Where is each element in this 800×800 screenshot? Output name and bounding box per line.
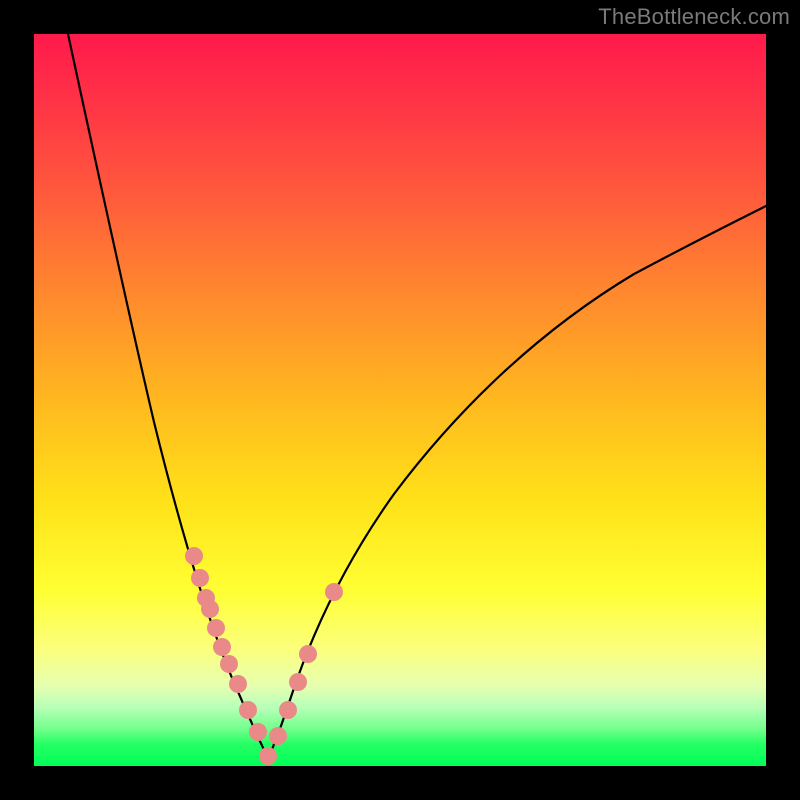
scatter-dot: [269, 727, 287, 745]
scatter-dot: [220, 655, 238, 673]
scatter-dot: [201, 600, 219, 618]
curve-right-branch: [268, 206, 766, 758]
chart-svg: [34, 34, 766, 766]
scatter-dot: [185, 547, 203, 565]
scatter-dot: [325, 583, 343, 601]
curve-left-branch: [68, 34, 268, 758]
scatter-dot: [191, 569, 209, 587]
scatter-dot: [279, 701, 297, 719]
scatter-dots: [185, 547, 343, 765]
scatter-dot: [213, 638, 231, 656]
scatter-dot: [289, 673, 307, 691]
scatter-dot: [249, 723, 267, 741]
scatter-dot: [229, 675, 247, 693]
scatter-dot: [259, 747, 277, 765]
scatter-dot: [299, 645, 317, 663]
plot-area: [34, 34, 766, 766]
watermark-text: TheBottleneck.com: [598, 4, 790, 30]
scatter-dot: [207, 619, 225, 637]
scatter-dot: [239, 701, 257, 719]
